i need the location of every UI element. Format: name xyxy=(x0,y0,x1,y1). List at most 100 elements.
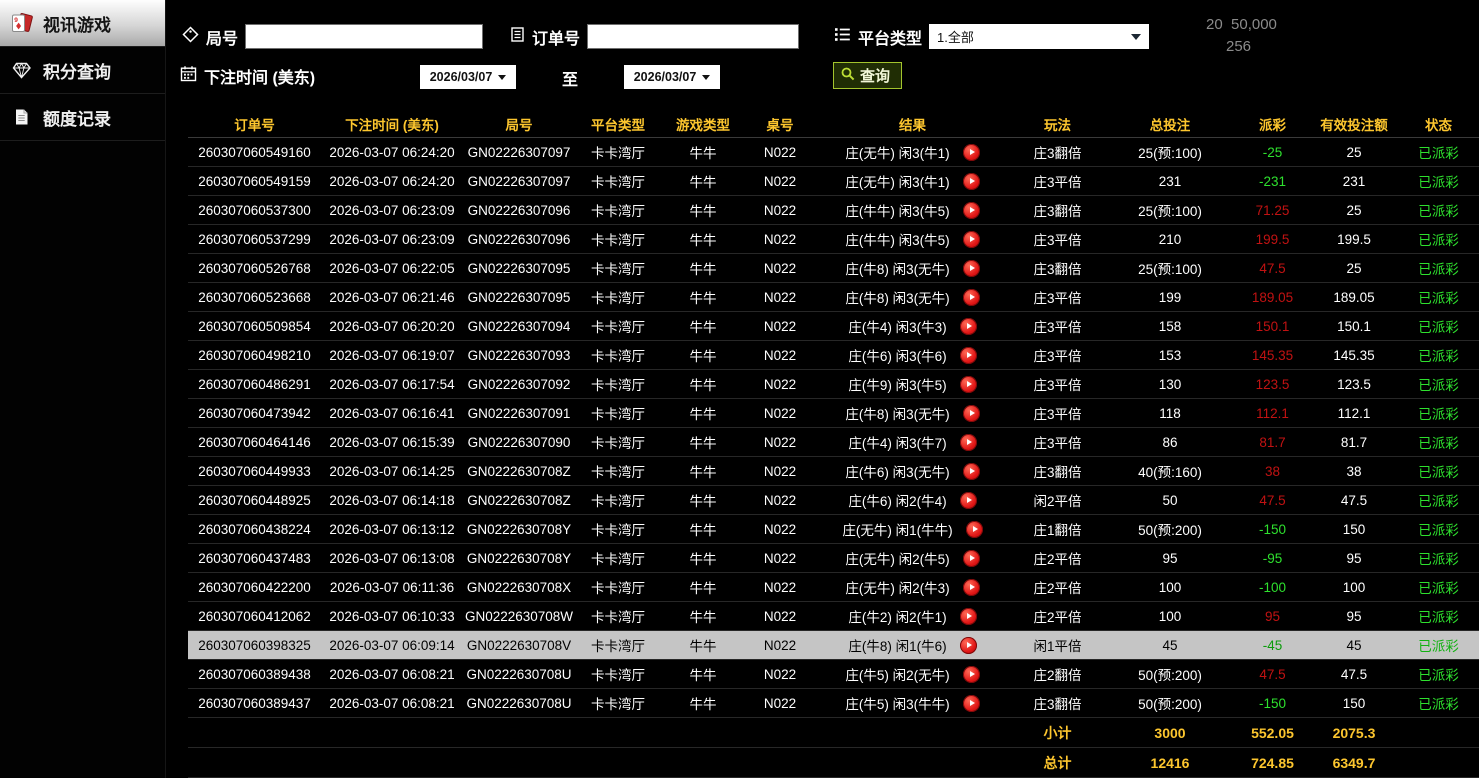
cell-total-bet: 50(预:200) xyxy=(1105,519,1235,539)
order-no-filter: 订单号 xyxy=(510,24,799,49)
cell-table-no: N022 xyxy=(745,522,815,537)
cell-status: 已派彩 xyxy=(1398,345,1479,365)
play-video-button[interactable] xyxy=(963,144,980,161)
play-video-button[interactable] xyxy=(963,695,980,712)
sidebar-item-label: 额度记录 xyxy=(43,105,111,130)
cell-result: 庄(牛8) 闲1(牛6) xyxy=(815,635,1010,655)
cell-round-no: GN02226307097 xyxy=(463,145,575,160)
table-row[interactable]: 260307060537299 2026-03-07 06:23:09 GN02… xyxy=(188,225,1479,254)
cell-round-no: GN0222630708X xyxy=(463,580,575,595)
bet-time-label: 下注时间 (美东) xyxy=(204,64,315,88)
col-header-payout: 派彩 xyxy=(1235,114,1310,134)
play-video-button[interactable] xyxy=(963,289,980,306)
date-to-picker[interactable]: 2026/03/07 xyxy=(624,65,720,89)
sidebar: 9 视讯游戏 积分查询 额度记录 xyxy=(0,0,166,778)
table-row[interactable]: 260307060549160 2026-03-07 06:24:20 GN02… xyxy=(188,138,1479,167)
play-video-button[interactable] xyxy=(960,608,977,625)
play-video-button[interactable] xyxy=(963,579,980,596)
table-row[interactable]: 260307060389438 2026-03-07 06:08:21 GN02… xyxy=(188,660,1479,689)
cell-valid-bet: 25 xyxy=(1310,261,1398,276)
cell-payout: 38 xyxy=(1235,464,1310,479)
order-no-input[interactable] xyxy=(587,24,799,49)
cell-order-no: 260307060498210 xyxy=(188,348,321,363)
cell-result: 庄(牛6) 闲2(牛4) xyxy=(815,490,1010,510)
cell-valid-bet: 47.5 xyxy=(1310,667,1398,682)
cell-platform: 卡卡湾厅 xyxy=(575,490,661,510)
table-row[interactable]: 260307060549159 2026-03-07 06:24:20 GN02… xyxy=(188,167,1479,196)
cell-round-no: GN02226307090 xyxy=(463,435,575,450)
play-video-button[interactable] xyxy=(966,521,983,538)
cell-bet-time: 2026-03-07 06:08:21 xyxy=(321,696,463,711)
table-row[interactable]: 260307060389437 2026-03-07 06:08:21 GN02… xyxy=(188,689,1479,718)
cell-platform: 卡卡湾厅 xyxy=(575,258,661,278)
play-video-button[interactable] xyxy=(963,463,980,480)
play-video-button[interactable] xyxy=(963,550,980,567)
date-from-picker[interactable]: 2026/03/07 xyxy=(420,65,516,89)
cell-total-bet: 25(预:100) xyxy=(1105,200,1235,220)
play-video-button[interactable] xyxy=(963,202,980,219)
sidebar-item-points-query[interactable]: 积分查询 xyxy=(0,47,165,94)
cell-play-type: 庄3翻倍 xyxy=(1010,258,1105,278)
col-header-order-no: 订单号 xyxy=(188,114,321,134)
play-video-button[interactable] xyxy=(960,318,977,335)
cell-order-no: 260307060549159 xyxy=(188,174,321,189)
cell-game-type: 牛牛 xyxy=(661,490,745,510)
cell-payout: 71.25 xyxy=(1235,203,1310,218)
cell-bet-time: 2026-03-07 06:17:54 xyxy=(321,377,463,392)
cell-total-bet: 153 xyxy=(1105,348,1235,363)
table-row[interactable]: 260307060412062 2026-03-07 06:10:33 GN02… xyxy=(188,602,1479,631)
cell-round-no: GN02226307092 xyxy=(463,377,575,392)
table-row[interactable]: 260307060464146 2026-03-07 06:15:39 GN02… xyxy=(188,428,1479,457)
cell-round-no: GN0222630708Y xyxy=(463,522,575,537)
cell-play-type: 庄2平倍 xyxy=(1010,577,1105,597)
cell-bet-time: 2026-03-07 06:09:14 xyxy=(321,638,463,653)
play-video-button[interactable] xyxy=(963,260,980,277)
svg-text:9: 9 xyxy=(14,17,18,24)
cell-table-no: N022 xyxy=(745,667,815,682)
table-row[interactable]: 260307060473942 2026-03-07 06:16:41 GN02… xyxy=(188,399,1479,428)
play-video-button[interactable] xyxy=(960,492,977,509)
cell-bet-time: 2026-03-07 06:15:39 xyxy=(321,435,463,450)
cell-bet-time: 2026-03-07 06:13:12 xyxy=(321,522,463,537)
play-video-button[interactable] xyxy=(960,434,977,451)
play-video-button[interactable] xyxy=(960,637,977,654)
play-video-button[interactable] xyxy=(963,666,980,683)
cell-payout: 145.35 xyxy=(1235,348,1310,363)
play-video-button[interactable] xyxy=(960,376,977,393)
table-row[interactable]: 260307060486291 2026-03-07 06:17:54 GN02… xyxy=(188,370,1479,399)
cell-result: 庄(牛牛) 闲3(牛5) xyxy=(815,229,1010,249)
summary-label: 小计 xyxy=(1010,723,1105,743)
sidebar-item-quota-records[interactable]: 额度记录 xyxy=(0,94,165,141)
query-button[interactable]: 查询 xyxy=(833,62,902,89)
query-button-label: 查询 xyxy=(860,65,890,86)
cell-play-type: 庄3平倍 xyxy=(1010,171,1105,191)
table-row[interactable]: 260307060422200 2026-03-07 06:11:36 GN02… xyxy=(188,573,1479,602)
play-video-button[interactable] xyxy=(963,405,980,422)
platform-type-select[interactable]: 1.全部 xyxy=(929,24,1149,49)
table-row[interactable]: 260307060498210 2026-03-07 06:19:07 GN02… xyxy=(188,341,1479,370)
result-text: 庄(牛5) 闲2(无牛) xyxy=(845,664,949,684)
cell-payout: 189.05 xyxy=(1235,290,1310,305)
table-row[interactable]: 260307060537300 2026-03-07 06:23:09 GN02… xyxy=(188,196,1479,225)
table-row[interactable]: 260307060437483 2026-03-07 06:13:08 GN02… xyxy=(188,544,1479,573)
cell-platform: 卡卡湾厅 xyxy=(575,171,661,191)
cell-table-no: N022 xyxy=(745,551,815,566)
table-row[interactable]: 260307060523668 2026-03-07 06:21:46 GN02… xyxy=(188,283,1479,312)
sidebar-item-video-games[interactable]: 9 视讯游戏 xyxy=(0,0,165,47)
cell-play-type: 庄3平倍 xyxy=(1010,403,1105,423)
table-row[interactable]: 260307060398325 2026-03-07 06:09:14 GN02… xyxy=(188,631,1479,660)
cell-platform: 卡卡湾厅 xyxy=(575,461,661,481)
play-video-button[interactable] xyxy=(963,231,980,248)
to-label: 至 xyxy=(562,66,578,90)
table-row[interactable]: 260307060449933 2026-03-07 06:14:25 GN02… xyxy=(188,457,1479,486)
table-row[interactable]: 260307060526768 2026-03-07 06:22:05 GN02… xyxy=(188,254,1479,283)
table-row[interactable]: 260307060438224 2026-03-07 06:13:12 GN02… xyxy=(188,515,1479,544)
cell-payout: -100 xyxy=(1235,580,1310,595)
cell-total-bet: 50 xyxy=(1105,493,1235,508)
play-video-button[interactable] xyxy=(963,173,980,190)
play-video-button[interactable] xyxy=(960,347,977,364)
cell-result: 庄(无牛) 闲3(牛1) xyxy=(815,142,1010,162)
round-no-input[interactable] xyxy=(245,24,483,49)
table-row[interactable]: 260307060448925 2026-03-07 06:14:18 GN02… xyxy=(188,486,1479,515)
table-row[interactable]: 260307060509854 2026-03-07 06:20:20 GN02… xyxy=(188,312,1479,341)
